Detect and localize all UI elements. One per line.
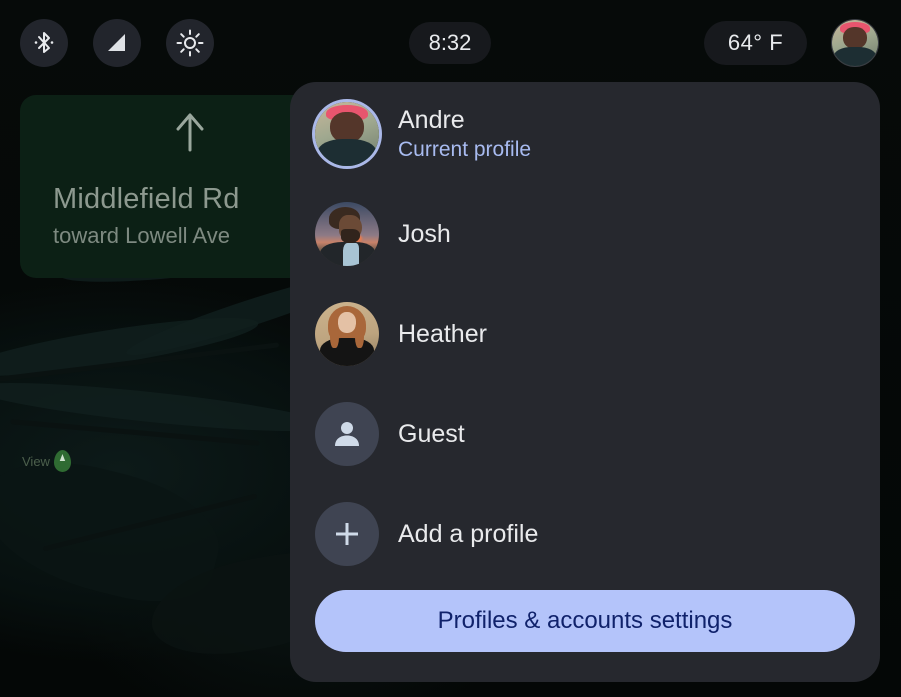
add-profile-avatar xyxy=(315,502,379,566)
profile-name: Heather xyxy=(398,320,487,348)
profile-row-guest[interactable]: Guest xyxy=(315,398,855,470)
brightness-icon xyxy=(176,29,204,57)
bluetooth-icon xyxy=(34,32,54,53)
map-place-marker[interactable]: View xyxy=(22,450,71,472)
status-bar-avatar[interactable] xyxy=(831,19,879,67)
signal-strength-button[interactable] xyxy=(93,19,141,67)
arrow-up-icon xyxy=(176,113,204,152)
navigation-street-name: Middlefield Rd xyxy=(53,183,240,215)
car-screen: View 5 Middlefield Rd toward Lowell Ave xyxy=(0,0,901,697)
add-profile-row[interactable]: Add a profile xyxy=(315,498,855,570)
temperature-pill[interactable]: 64° F xyxy=(704,21,807,65)
signal-strength-icon xyxy=(108,34,125,51)
profile-switcher-panel: Andre Current profile Josh Heather Guest… xyxy=(290,82,880,682)
navigation-toward-text: toward Lowell Ave xyxy=(53,223,230,248)
profile-name: Josh xyxy=(398,220,451,248)
brightness-button[interactable] xyxy=(166,19,214,67)
clock[interactable]: 8:32 xyxy=(409,22,491,64)
profiles-accounts-settings-button[interactable]: Profiles & accounts settings xyxy=(315,590,855,652)
profile-current-label: Current profile xyxy=(398,138,532,161)
profile-row-josh[interactable]: Josh xyxy=(315,198,855,270)
map-place-label: View xyxy=(22,453,50,469)
guest-avatar xyxy=(315,402,379,466)
avatar xyxy=(315,302,379,366)
clock-time: 8:32 xyxy=(428,30,472,55)
profile-name: Andre xyxy=(398,106,465,134)
add-profile-label: Add a profile xyxy=(398,520,539,548)
temperature-value: 64° F xyxy=(727,30,784,55)
status-bar: 8:32 64° F xyxy=(0,0,901,86)
map-pin-icon xyxy=(53,450,71,472)
bluetooth-button[interactable] xyxy=(20,19,68,67)
profile-row-heather[interactable]: Heather xyxy=(315,298,855,370)
avatar xyxy=(315,102,379,166)
map-water xyxy=(0,373,331,441)
profile-name: Guest xyxy=(398,420,465,448)
person-icon xyxy=(335,422,359,446)
plus-icon xyxy=(336,523,358,545)
avatar xyxy=(315,202,379,266)
profile-row-andre[interactable]: Andre Current profile xyxy=(315,98,855,170)
